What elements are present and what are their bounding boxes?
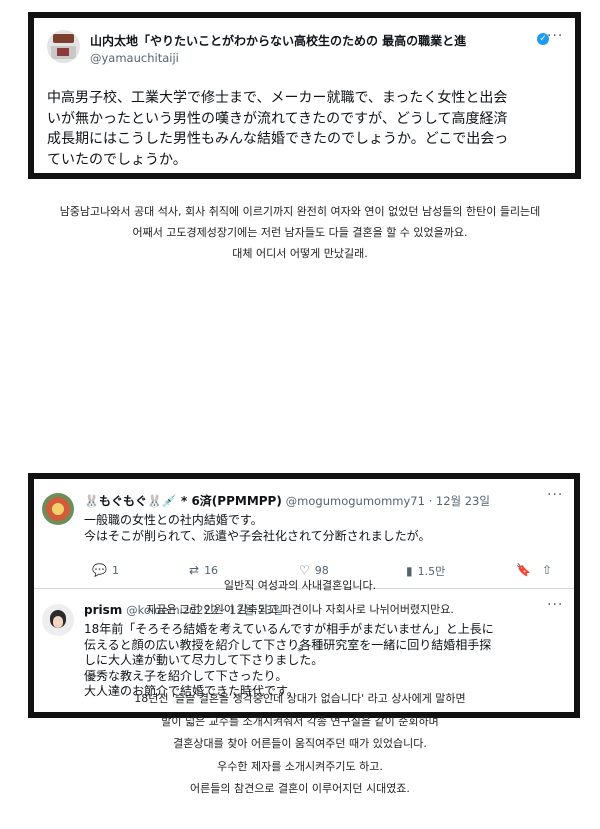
tweet-text-line: ていたのでしょうか。 xyxy=(47,151,187,168)
author-handle[interactable]: @yamauchitaiji xyxy=(90,51,179,65)
caption-line: 18년전 '슬슬 결혼을 생각중인데 상대가 없습니다' 라고 상사에게 말하면 xyxy=(134,692,466,705)
more-icon[interactable]: ··· xyxy=(547,28,563,44)
caption-translation-3: 18년전 '슬슬 결혼을 생각중인데 상대가 없습니다' 라고 상사에게 말하면… xyxy=(0,688,600,801)
caption-line: 어째서 고도경제성장기에는 저런 남자들도 다들 결혼을 할 수 있었을까요. xyxy=(132,226,468,239)
caption-translation-1: 남중남고나와서 공대 석사, 회사 취직에 이르기까지 완전히 여자와 연이 없… xyxy=(0,201,600,264)
reply-text-line: 18年前「そろそろ結婚を考えているんですが相手がまだいません」と上長に xyxy=(84,622,494,636)
author-name[interactable]: 🐰もぐもぐ🐰💉 * 6済(PPMMPP) xyxy=(84,494,282,508)
reply-text: 一般職の女性との社内結婚です。 今はそこが削られて、派遣や子会社化されて分断され… xyxy=(84,513,430,544)
caption-line: 우수한 제자를 소개시켜주기도 하고. xyxy=(217,759,383,773)
author-name[interactable]: 山内太地「やりたいことがわからない高校生のための 最高の職業と進 xyxy=(90,32,535,49)
avatar[interactable] xyxy=(42,493,74,525)
reply-text-line: 優秀な教え子を紹介して下さったり。 xyxy=(84,668,288,683)
reply-text-line: 一般職の女性との社内結婚です。 xyxy=(84,513,263,527)
tweet-text-line: 成長期にはこうした男性もみんな結婚できたのでしょうか。どこで出会っ xyxy=(47,131,509,147)
caption-line: 어른들의 참견으로 결혼이 이루어지던 시대였죠. xyxy=(190,782,410,795)
more-icon[interactable]: ··· xyxy=(547,487,563,503)
tweet-text: 中高男子校、工業大学で修士まで、メーカー就職で、まったく女性と出会 いが無かった… xyxy=(47,88,567,170)
reply-text-line: 今はそこが削られて、派遣や子会社化されて分断されましたが。 xyxy=(84,528,431,543)
reply-header: 🐰もぐもぐ🐰💉 * 6済(PPMMPP) @mogumogumommy71 · … xyxy=(84,492,574,509)
section-divider: * xyxy=(297,645,303,658)
caption-line: 대체 어디서 어떻게 만났길래. xyxy=(232,247,368,260)
caption-line: 지금은 그런 인원이 감축되고 파견이나 자회사로 나뉘어버렸지만요. xyxy=(146,603,454,616)
tweet-screenshot-1: 山内太地「やりたいことがわからない高校生のための 最高の職業と進 ✓ ··· @… xyxy=(28,12,581,179)
avatar[interactable] xyxy=(47,30,80,63)
caption-line: 남중남고나와서 공대 석사, 회사 취직에 이르기까지 완전히 여자와 연이 없… xyxy=(59,205,541,218)
caption-translation-2: 일반직 여성과의 사내결혼입니다. 지금은 그런 인원이 감축되고 파견이나 자… xyxy=(0,574,600,622)
caption-line: 결혼상대를 찾아 어른들이 움직여주던 때가 있었습니다. xyxy=(173,737,427,750)
caption-line: 일반직 여성과의 사내결혼입니다. xyxy=(223,579,377,592)
tweet-text-line: 中高男子校、工業大学で修士まで、メーカー就職で、まったく女性と出会 xyxy=(47,90,508,106)
tweet-text-line: いが無かったという男性の嘆きが流れてきたのですが、どうして高度経済 xyxy=(47,110,508,127)
caption-line: 발이 넓은 교수를 소개시켜줘서 각종 연구실을 같이 순회하며 xyxy=(161,714,439,728)
author-handle[interactable]: @mogumogumommy71 · 12월 23일 xyxy=(286,494,490,508)
